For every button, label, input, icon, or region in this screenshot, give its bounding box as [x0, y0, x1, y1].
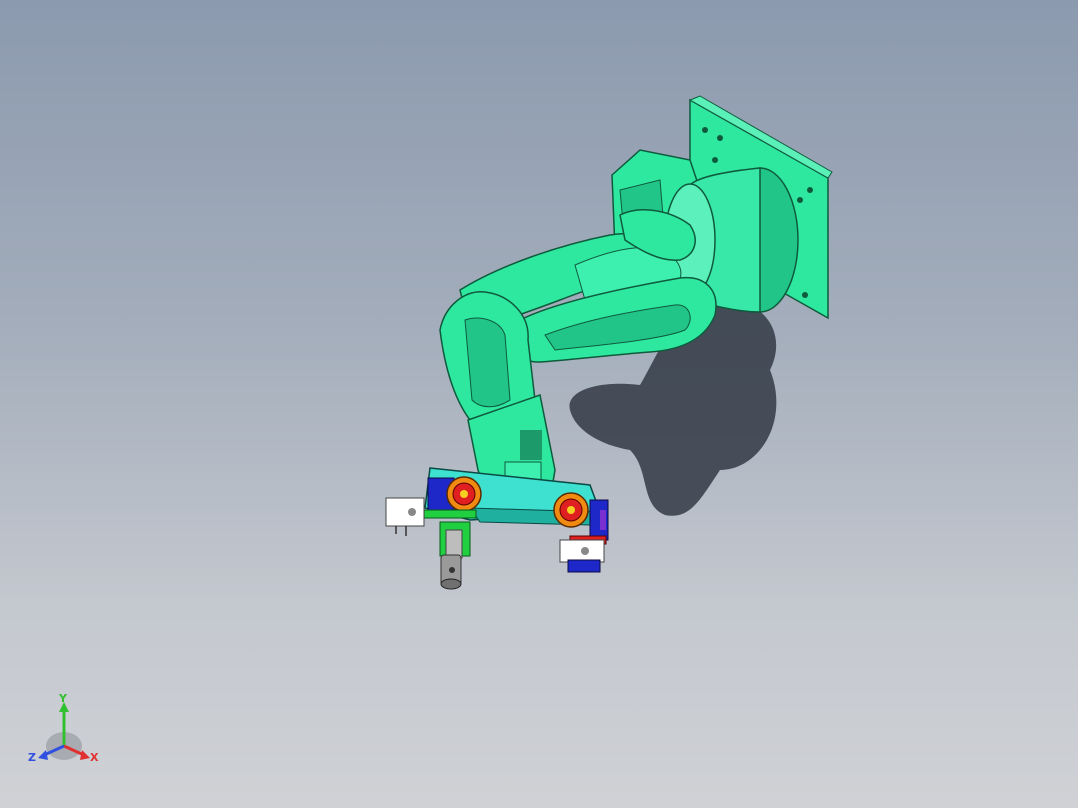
orientation-triad[interactable]: Y X Z: [24, 694, 104, 768]
y-axis-label: Y: [58, 694, 68, 705]
x-axis-arrow: [80, 750, 90, 760]
x-axis-label: X: [90, 751, 99, 764]
z-axis-label: Z: [28, 751, 36, 764]
right-gripper[interactable]: [553, 492, 609, 573]
tool-shaft[interactable]: [439, 521, 471, 590]
z-axis-arrow: [38, 750, 48, 760]
cad-graphics-viewport[interactable]: Y X Z: [0, 0, 1078, 808]
robot-arm-model[interactable]: [0, 0, 1078, 808]
